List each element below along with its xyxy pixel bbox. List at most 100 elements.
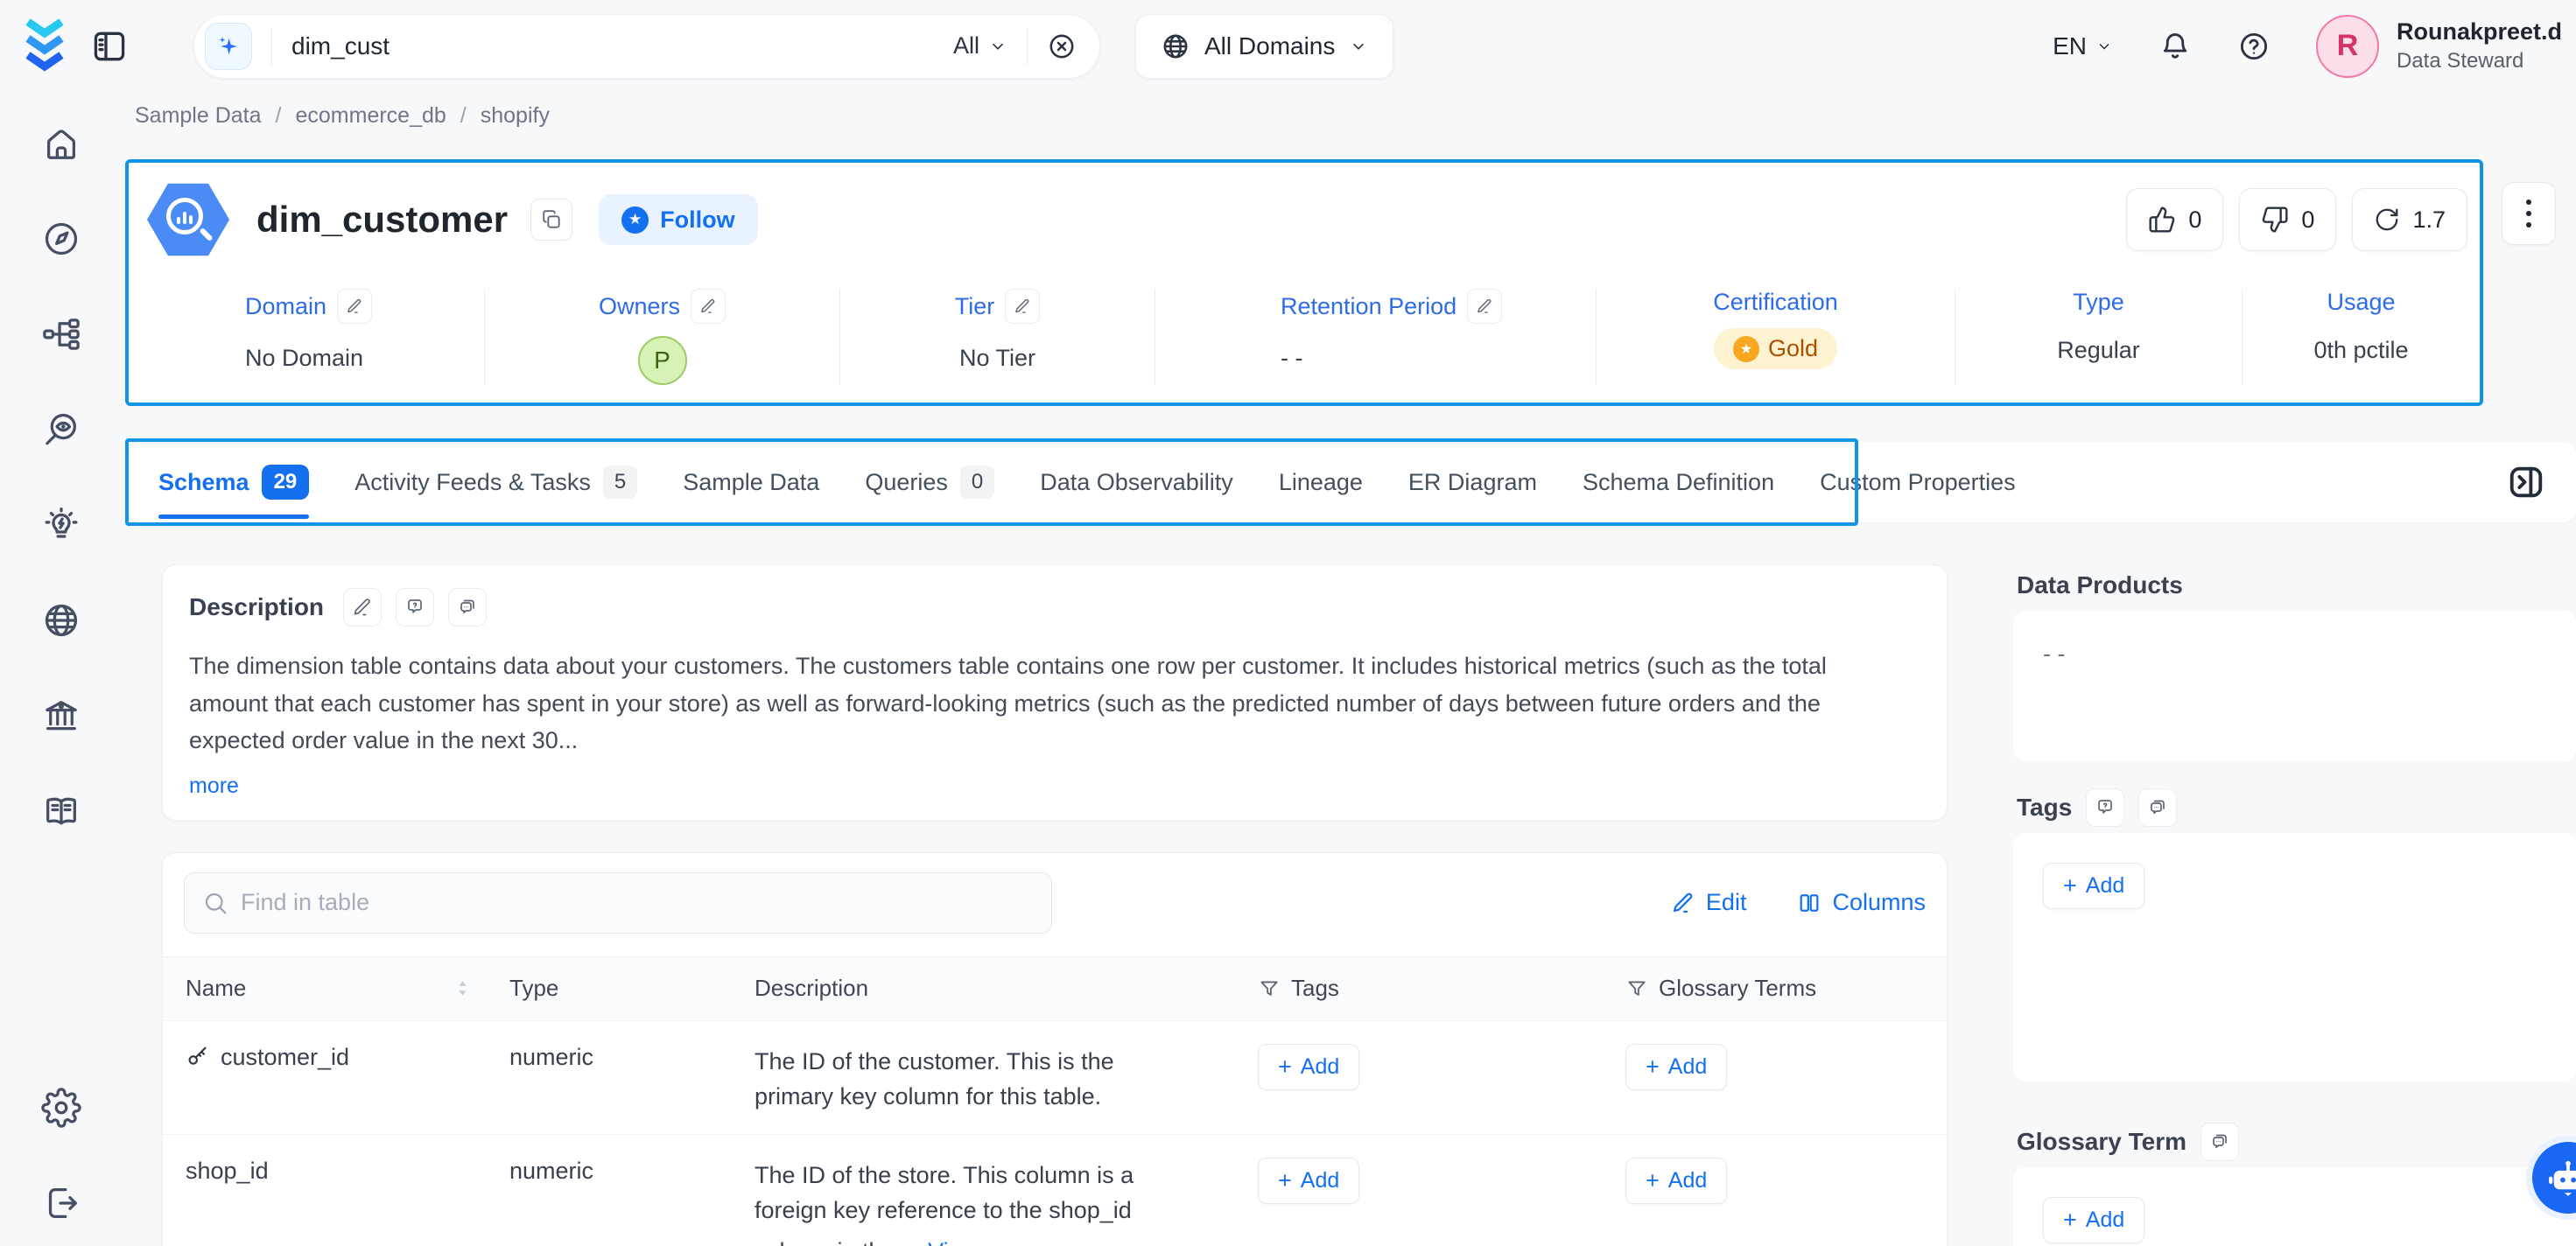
tier-label: Tier [955, 293, 995, 320]
medal-icon: ★ [1733, 336, 1759, 362]
column-glossary-cell: + Add [1603, 1158, 1947, 1246]
chevron-down-icon [1349, 37, 1368, 56]
breadcrumb-item-schema[interactable]: shopify [481, 103, 550, 129]
follow-button[interactable]: ★ Follow [599, 194, 757, 245]
upvote-button[interactable]: 0 [2126, 188, 2223, 251]
columns-button[interactable]: Columns [1797, 889, 1926, 916]
tab-data-observability[interactable]: Data Observability [1040, 442, 1233, 522]
thumbs-up-icon [2148, 206, 2176, 234]
request-description-icon[interactable] [396, 588, 434, 626]
add-tag-button[interactable]: + Add [2043, 863, 2144, 909]
retention-value: - - [1281, 345, 1302, 372]
tab-schema[interactable]: Schema 29 [158, 442, 309, 522]
schema-table-header: Name Type Description Tags Glossary Term… [163, 956, 1947, 1021]
column-header-glossary-terms[interactable]: Glossary Terms [1603, 975, 1947, 1002]
column-header-name[interactable]: Name [163, 975, 487, 1002]
thumbs-down-icon [2261, 206, 2289, 234]
breadcrumb-item-service[interactable]: Sample Data [135, 103, 262, 129]
global-search-bar[interactable]: All [193, 14, 1100, 79]
edit-tier-icon[interactable] [1005, 289, 1040, 324]
all-domains-button[interactable]: All Domains [1135, 14, 1393, 79]
description-more-link[interactable]: more [189, 774, 239, 799]
add-glossary-term-button[interactable]: + Add [2043, 1197, 2144, 1243]
plus-icon: + [1646, 1169, 1660, 1193]
tab-sample-data[interactable]: Sample Data [683, 442, 819, 522]
tab-queries[interactable]: Queries 0 [865, 442, 994, 522]
copy-icon[interactable] [530, 199, 572, 241]
meta-tier: Tier No Tier [839, 289, 1155, 385]
data-products-value: - - [2043, 640, 2065, 667]
column-type-cell: numeric [487, 1158, 732, 1246]
add-tag-button[interactable]: + Add [1258, 1044, 1359, 1090]
type-value: Regular [2057, 337, 2140, 364]
chevron-down-icon [2095, 38, 2113, 55]
tab-schema-definition[interactable]: Schema Definition [1583, 442, 1774, 522]
certification-label: Certification [1713, 289, 1838, 316]
language-dropdown[interactable]: EN [2053, 32, 2113, 60]
help-icon[interactable] [2237, 30, 2271, 63]
entity-stats: 0 0 1.7 [2126, 188, 2467, 251]
entity-header-card: dim_customer ★ Follow 0 [125, 159, 2483, 406]
add-glossary-term-button[interactable]: + Add [1625, 1044, 1727, 1090]
search-scope-dropdown[interactable]: All [953, 32, 1007, 60]
edit-description-icon[interactable] [343, 588, 382, 626]
edit-retention-icon[interactable] [1467, 289, 1502, 324]
settings-gear-icon[interactable] [41, 1088, 81, 1128]
tab-er-diagram[interactable]: ER Diagram [1408, 442, 1537, 522]
right-panel-toggle-icon[interactable] [2506, 462, 2546, 502]
user-avatar: R [2316, 15, 2379, 78]
lineage-flow-icon[interactable] [41, 314, 81, 354]
edit-table-button[interactable]: Edit [1671, 889, 1747, 916]
glossary-book-icon[interactable] [41, 791, 81, 831]
insights-bulb-icon[interactable] [41, 505, 81, 545]
column-name-cell[interactable]: shop_id [163, 1158, 487, 1246]
edit-owners-icon[interactable] [691, 289, 726, 324]
explore-compass-icon[interactable] [41, 219, 81, 259]
column-name-cell[interactable]: customer_id [163, 1044, 487, 1115]
view-more-link[interactable]: View more [928, 1234, 1039, 1246]
sidebar-collapse-icon[interactable] [90, 27, 129, 66]
downvote-count: 0 [2301, 206, 2314, 234]
column-header-tags[interactable]: Tags [1235, 975, 1603, 1002]
search-scope-value: All [953, 32, 979, 60]
logout-icon[interactable] [41, 1183, 81, 1223]
schema-table-card: Edit Columns Name Type Description [162, 852, 1948, 1246]
domains-globe-icon[interactable] [41, 600, 81, 640]
queries-count-badge: 0 [960, 466, 994, 499]
home-icon[interactable] [41, 123, 81, 164]
search-clear-icon[interactable] [1047, 32, 1077, 61]
right-panel: Data Products - - Tags [2013, 560, 2576, 1246]
breadcrumb-item-database[interactable]: ecommerce_db [295, 103, 446, 129]
columns-icon [1797, 891, 1821, 915]
govern-bank-icon[interactable] [41, 696, 81, 736]
version-button[interactable]: 1.7 [2352, 188, 2467, 251]
glossary-threads-icon[interactable] [2200, 1123, 2239, 1161]
global-search-input[interactable] [291, 32, 953, 60]
add-glossary-term-button[interactable]: + Add [1625, 1158, 1727, 1204]
tab-activity-feeds[interactable]: Activity Feeds & Tasks 5 [354, 442, 637, 522]
usage-label: Usage [2327, 289, 2395, 316]
request-tags-icon[interactable] [2086, 788, 2124, 827]
tab-custom-properties[interactable]: Custom Properties [1820, 442, 2016, 522]
app-logo-icon[interactable] [22, 17, 67, 76]
downvote-button[interactable]: 0 [2239, 188, 2336, 251]
conversation-threads-icon[interactable] [448, 588, 487, 626]
tags-section-title: Tags [2013, 782, 2576, 833]
user-meta: Rounakpreet.d Data Steward [2397, 18, 2562, 74]
find-in-table-input[interactable] [241, 889, 1034, 916]
main-content: Description T [162, 564, 1948, 1246]
domain-value: No Domain [245, 345, 363, 372]
observability-search-eye-icon[interactable] [41, 410, 81, 450]
add-tag-button[interactable]: + Add [1258, 1158, 1359, 1204]
entity-title-row: dim_customer ★ Follow 0 [129, 163, 2480, 262]
glossary-term-title: Glossary Term [2013, 1116, 2576, 1167]
tags-threads-icon[interactable] [2138, 788, 2177, 827]
edit-domain-icon[interactable] [337, 289, 372, 324]
user-profile-menu[interactable]: R Rounakpreet.d Data Steward [2316, 15, 2562, 78]
tab-lineage[interactable]: Lineage [1279, 442, 1363, 522]
owner-avatar[interactable]: P [638, 336, 687, 385]
notifications-bell-icon[interactable] [2158, 30, 2192, 63]
more-actions-kebab-icon[interactable] [2502, 182, 2556, 245]
meta-certification: Certification ★ Gold [1596, 289, 1955, 385]
column-type-cell: numeric [487, 1044, 732, 1115]
